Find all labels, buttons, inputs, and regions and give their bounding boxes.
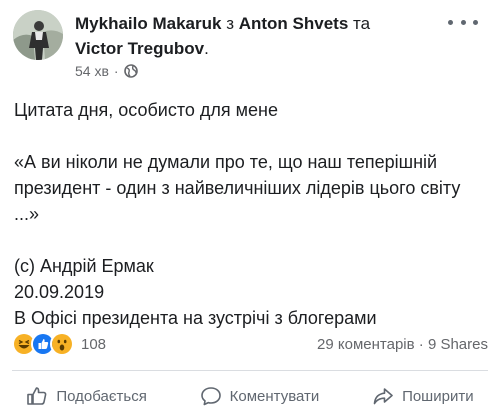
actions-divider (12, 370, 488, 371)
quote-date: 20.09.2019 (14, 282, 105, 302)
comment-button-label: Коментувати (229, 387, 320, 405)
quote-place: В Офісі президента на зустрічі з блогера… (14, 308, 377, 328)
more-dot (448, 19, 453, 25)
thumbs-up-icon (27, 387, 47, 405)
globe-icon[interactable] (123, 64, 138, 78)
meta-separator: · (113, 63, 119, 79)
comment-button[interactable]: Коментувати (200, 385, 320, 407)
quote-attribution: (c) Андрій Ермак (14, 256, 154, 276)
comment-bubble-icon (200, 387, 221, 406)
author-name-link[interactable]: Mykhailo Makaruk (75, 14, 221, 33)
reactions-summary[interactable]: 108 (12, 332, 106, 356)
more-dot (460, 19, 466, 25)
period: . (204, 39, 209, 58)
post-header: Mykhailo Makaruk з Anton Shvets та Victo… (0, 0, 500, 90)
like-button-label: Подобається (56, 387, 147, 405)
share-arrow-icon (373, 388, 393, 405)
post-meta: 54 хв · (75, 62, 138, 80)
post-actions: Подобається Коментувати Поширити (0, 376, 500, 416)
post-quote: «А ви ніколи не думали про те, що наш те… (14, 152, 461, 224)
wow-icon (50, 332, 74, 356)
post-timestamp[interactable]: 54 хв (75, 63, 109, 79)
and-word: та (353, 14, 371, 33)
share-button-label: Поширити (402, 387, 474, 405)
share-button[interactable]: Поширити (372, 385, 474, 407)
engagement-summary: 29 коментарів · 9 Shares (317, 336, 488, 353)
with-word: з (226, 14, 234, 33)
tagged-person-link-1[interactable]: Anton Shvets (239, 14, 349, 33)
comments-count[interactable]: 29 коментарів (317, 336, 415, 353)
more-options-icon[interactable] (448, 12, 478, 32)
post-stats: 108 29 коментарів · 9 Shares (12, 331, 488, 357)
post-author-line: Mykhailo Makaruk з Anton Shvets та Victo… (75, 11, 435, 61)
shares-count[interactable]: 9 Shares (428, 336, 488, 353)
stats-separator: · (418, 335, 424, 353)
post-body: Цитата дня, особисто для мене «А ви ніко… (14, 97, 484, 331)
post-text-line: Цитата дня, особисто для мене (14, 100, 279, 120)
like-button[interactable]: Подобається (26, 385, 147, 407)
author-avatar[interactable] (13, 10, 63, 60)
tagged-person-link-2[interactable]: Victor Tregubov (75, 39, 204, 58)
more-dot (473, 19, 478, 25)
reaction-count: 108 (81, 335, 107, 353)
